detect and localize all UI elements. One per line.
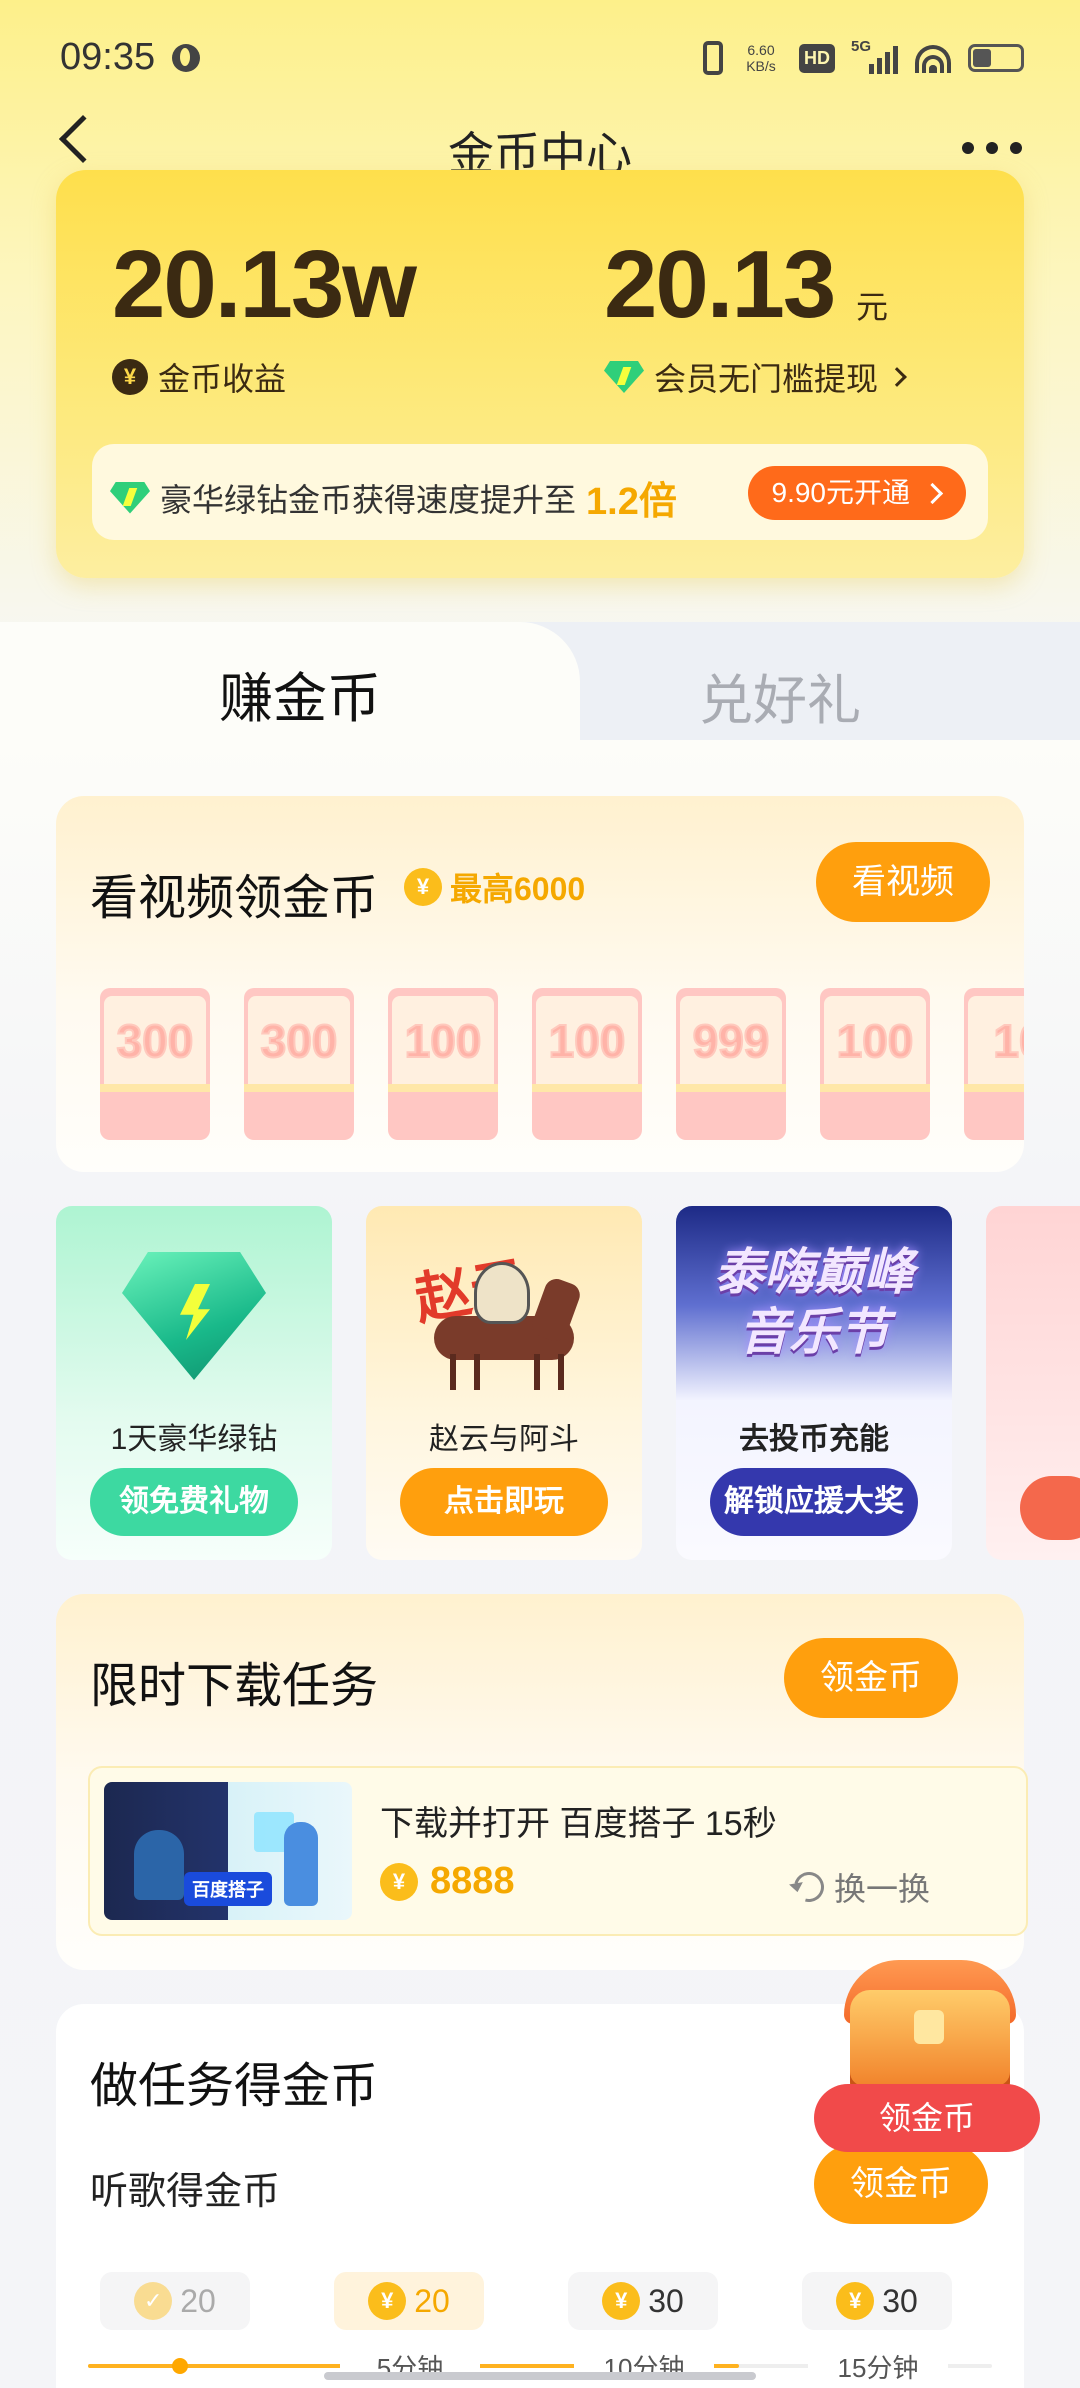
reward-box: 10: [964, 988, 1024, 1140]
green-diamond-icon: [604, 361, 644, 393]
claim-coins-button[interactable]: 领金币: [784, 1638, 958, 1718]
video-reward-card: 看视频领金币 ¥ 最高6000 看视频 300 300 100 100 999 …: [56, 796, 1024, 1172]
card-caption: 去投币充能: [739, 1423, 889, 1456]
tab-redeem-gifts[interactable]: 兑好礼: [560, 656, 1000, 735]
wifi-icon: [914, 43, 952, 73]
task-reward-value: 8888: [430, 1860, 515, 1902]
music-festival-logo: 泰嗨巅峰音乐节: [714, 1244, 914, 1360]
watch-video-button[interactable]: 看视频: [816, 842, 990, 922]
yen-coin-icon: ¥: [380, 1862, 418, 1901]
cash-unit: 元: [856, 289, 889, 325]
reward-box: 100: [532, 988, 642, 1140]
coins-income-label: 金币收益: [158, 361, 287, 397]
home-indicator[interactable]: [324, 2372, 756, 2380]
ladder-step: ✓ 20: [100, 2272, 250, 2330]
battery-icon: [968, 44, 1024, 72]
coins-balance: 20.13w: [112, 231, 417, 338]
swap-button[interactable]: 换一换: [788, 1864, 930, 1910]
reward-value: 100: [548, 1014, 627, 1068]
coins-income-link[interactable]: ¥ 金币收益: [112, 354, 286, 400]
refresh-icon: [788, 1866, 830, 1908]
withdraw-link[interactable]: 会员无门槛提现: [604, 354, 907, 400]
green-diamond-card[interactable]: 1天豪华绿钻 领免费礼物: [56, 1206, 332, 1560]
video-reward-list: 300 300 100 100 999 100 10: [100, 988, 1024, 1140]
step-coins: 30: [648, 2282, 684, 2319]
task-reward: ¥ 8888: [380, 1860, 515, 1903]
globe-icon: [172, 44, 200, 72]
video-max-label: 最高6000: [450, 871, 586, 907]
yen-coin-icon: ¥: [112, 359, 148, 395]
download-task-item[interactable]: 百度搭子 下载并打开 百度搭子 15秒 ¥ 8888 换一换: [88, 1766, 1028, 1936]
download-task-card: 限时下载任务 领金币 百度搭子 下载并打开 百度搭子 15秒 ¥ 8888 换一…: [56, 1594, 1028, 1970]
hd-icon: HD: [799, 43, 835, 73]
yen-coin-icon: ¥: [368, 2282, 407, 2320]
signal-icon: 5G: [851, 38, 898, 74]
app-thumbnail: 百度搭子: [104, 1782, 352, 1920]
wallet-card: 20.13w 20.13 元 ¥ 金币收益 会员无门槛提现 豪华绿钻金币获得速度…: [56, 170, 1024, 578]
net-speed-unit: KB/s: [746, 58, 776, 74]
listen-claim-button[interactable]: 领金币: [814, 2144, 988, 2224]
task-name: 下载并打开 百度搭子 15秒: [380, 1805, 777, 1843]
progress-dot: [172, 2358, 188, 2374]
tab-earn-coins[interactable]: 赚金币: [0, 654, 600, 733]
yen-coin-icon: ¥: [836, 2282, 875, 2320]
swap-label: 换一换: [833, 1871, 930, 1907]
partial-promo-card[interactable]: [986, 1206, 1080, 1560]
step-coins: 20: [180, 2282, 216, 2319]
ladder-step: ¥ 30: [802, 2272, 952, 2330]
reward-box: 300: [244, 988, 354, 1140]
open-vip-button[interactable]: 9.90元开通: [747, 466, 966, 520]
reward-value: 100: [836, 1014, 915, 1068]
ladder-step: ¥ 30: [568, 2272, 718, 2330]
net-speed: 6.60 KB/s: [739, 42, 783, 74]
video-section-title: 看视频领金币: [90, 872, 379, 925]
floating-claim-button[interactable]: 领金币: [814, 2084, 1040, 2152]
treasure-chest-icon[interactable]: [836, 1950, 1022, 2100]
more-dots-icon[interactable]: [962, 142, 1022, 154]
card-caption: 赵云与阿斗: [429, 1423, 579, 1456]
network-type: 5G: [851, 38, 872, 55]
play-now-button[interactable]: 点击即玩: [400, 1468, 608, 1536]
cash-balance: 20.13: [604, 231, 836, 338]
card-caption: 1天豪华绿钻: [110, 1423, 278, 1456]
reward-ladder: ✓ 20 ¥ 20 ¥ 30 ¥ 30 5分钟 10分钟 15分钟: [56, 2272, 1024, 2388]
reward-value: 100: [404, 1014, 483, 1068]
download-task-title: 限时下载任务: [90, 1660, 379, 1713]
reward-box: 100: [820, 988, 930, 1140]
music-festival-card[interactable]: 泰嗨巅峰音乐节 去投币充能 解锁应援大奖: [676, 1206, 952, 1560]
unlock-prize-button[interactable]: 解锁应援大奖: [710, 1468, 918, 1536]
reward-value: 999: [692, 1014, 771, 1068]
free-gift-button[interactable]: 领免费礼物: [90, 1468, 298, 1536]
reward-box: 999: [676, 988, 786, 1140]
horse-rider-illustration: 赵云: [410, 1246, 594, 1394]
promo-text: 豪华绿钻金币获得速度提升至: [160, 481, 577, 518]
game-card[interactable]: 赵云 赵云与阿斗 点击即玩: [366, 1206, 642, 1560]
step-label: 15分钟: [808, 2348, 948, 2385]
ladder-step: ¥ 20: [334, 2272, 484, 2330]
thumb-logo: 百度搭子: [184, 1872, 272, 1906]
reward-box: 300: [100, 988, 210, 1140]
green-diamond-icon: [122, 1252, 266, 1380]
reward-box: 100: [388, 988, 498, 1140]
reward-value: 300: [116, 1014, 195, 1068]
video-max-reward: ¥ 最高6000: [404, 864, 585, 910]
step-coins: 30: [882, 2282, 918, 2319]
status-time: 09:35: [60, 36, 156, 78]
reward-value: 10: [992, 1014, 1024, 1068]
vip-promo-bar: 豪华绿钻金币获得速度提升至 1.2倍 9.90元开通: [92, 444, 988, 540]
vibrate-icon: [703, 41, 723, 75]
task-item-label: 听歌得金币: [90, 2171, 281, 2213]
withdraw-label: 会员无门槛提现: [654, 361, 879, 397]
reward-value: 300: [260, 1014, 339, 1068]
promo-multiplier: 1.2倍: [586, 481, 677, 523]
chevron-right-icon: [887, 367, 907, 387]
status-bar: 09:35 6.60 KB/s HD 5G: [0, 0, 1080, 116]
step-coins: 20: [414, 2282, 450, 2319]
green-diamond-icon: [110, 482, 150, 514]
net-speed-value: 6.60: [747, 42, 775, 58]
yen-coin-icon: ¥: [404, 868, 442, 906]
yen-coin-icon: ¥: [602, 2282, 641, 2320]
check-coin-icon: ✓: [134, 2282, 173, 2320]
tasks-title: 做任务得金币: [90, 2060, 379, 2113]
